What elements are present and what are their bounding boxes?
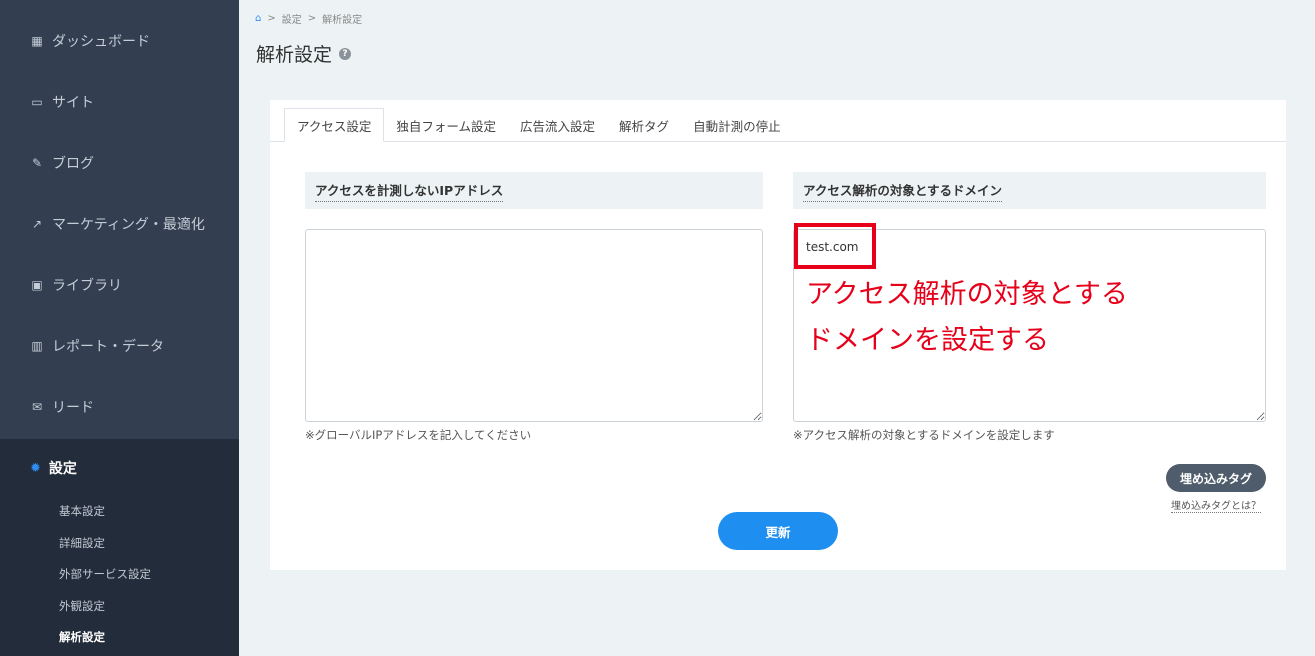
bar-chart-icon: ▥ [31, 338, 43, 353]
sidebar-item-site[interactable]: ▭ サイト [0, 71, 239, 132]
sidebar-item-label: リード [52, 399, 94, 416]
mail-icon: ✉ [31, 399, 43, 414]
embed-tag-button[interactable]: 埋め込みタグ [1166, 464, 1266, 492]
sub-item-detail[interactable]: 詳細設定 [59, 535, 105, 551]
site-icon: ▭ [31, 94, 43, 109]
settings-section: ✹ 設定 基本設定 詳細設定 外部サービス設定 外観設定 解析設定 [0, 439, 239, 656]
ip-exclude-heading-text: アクセスを計測しないIPアドレス [315, 180, 504, 202]
trend-icon: ↗ [31, 216, 43, 231]
ip-exclude-textarea[interactable] [305, 229, 763, 422]
ip-exclude-note: ※グローバルIPアドレスを記入してください [305, 428, 532, 442]
sidebar-item-library[interactable]: ▣ ライブラリ [0, 254, 239, 315]
embed-tag-help-link[interactable]: 埋め込みタグとは？ [1171, 497, 1261, 513]
sidebar-item-label: サイト [52, 94, 94, 111]
sidebar-item-report[interactable]: ▥ レポート・データ [0, 315, 239, 376]
home-icon[interactable]: ⌂ [255, 13, 261, 24]
breadcrumb: ⌂ > 設定 > 解析設定 [255, 11, 362, 26]
sidebar-item-label: ダッシュボード [52, 33, 150, 50]
tab-auto-measure-stop[interactable]: 自動計測の停止 [681, 108, 793, 142]
annotation-line-1: アクセス解析の対象とする [806, 279, 1128, 310]
tab-bar: アクセス設定 独自フォーム設定 広告流入設定 解析タグ 自動計測の停止 [284, 108, 793, 142]
sub-item-analytics[interactable]: 解析設定 [59, 629, 105, 645]
sub-item-external[interactable]: 外部サービス設定 [59, 566, 151, 582]
sidebar-item-label: 設定 [48, 461, 77, 477]
sidebar-item-label: マーケティング・最適化 [52, 216, 205, 233]
sidebar-item-dashboard[interactable]: ▦ ダッシュボード [0, 10, 239, 71]
page-title: 解析設定 ? [256, 40, 352, 67]
annotation-highlight-box [794, 223, 876, 269]
sidebar-item-settings[interactable]: ✹ 設定 [0, 439, 239, 497]
domain-note: ※アクセス解析の対象とするドメインを設定します [793, 428, 1055, 442]
domain-heading: アクセス解析の対象とするドメイン [793, 172, 1266, 209]
image-icon: ▣ [31, 277, 43, 292]
sidebar-item-lead[interactable]: ✉ リード [0, 376, 239, 437]
sub-item-basic[interactable]: 基本設定 [59, 503, 105, 519]
breadcrumb-separator: > [307, 13, 317, 24]
dashboard-icon: ▦ [31, 33, 43, 48]
page-title-text: 解析設定 [256, 44, 333, 66]
annotation-line-2: ドメインを設定する [806, 325, 1049, 356]
sidebar: ▦ ダッシュボード ▭ サイト ✎ ブログ ↗ マーケティング・最適化 ▣ ライ… [0, 0, 239, 656]
sub-item-appearance[interactable]: 外観設定 [59, 598, 105, 614]
breadcrumb-item-current: 解析設定 [322, 15, 363, 26]
ip-exclude-heading: アクセスを計測しないIPアドレス [305, 172, 763, 209]
tab-access[interactable]: アクセス設定 [284, 108, 385, 142]
sidebar-item-marketing[interactable]: ↗ マーケティング・最適化 [0, 193, 239, 254]
sidebar-item-label: レポート・データ [52, 338, 164, 355]
sidebar-item-blog[interactable]: ✎ ブログ [0, 132, 239, 193]
annotation-text: アクセス解析の対象とする ドメインを設定する [806, 272, 1128, 364]
gear-icon: ✹ [30, 460, 41, 476]
sidebar-item-label: ブログ [52, 155, 94, 172]
breadcrumb-separator: > [267, 13, 276, 24]
domain-heading-text: アクセス解析の対象とするドメイン [803, 180, 1003, 202]
settings-card: アクセス設定 独自フォーム設定 広告流入設定 解析タグ 自動計測の停止 アクセス… [270, 100, 1286, 570]
help-icon[interactable]: ? [339, 47, 352, 60]
sidebar-item-label: ライブラリ [52, 277, 122, 294]
tab-ad-inflow[interactable]: 広告流入設定 [508, 108, 607, 142]
tab-custom-form[interactable]: 独自フォーム設定 [384, 108, 508, 142]
update-button[interactable]: 更新 [718, 512, 838, 550]
breadcrumb-item-settings[interactable]: 設定 [282, 11, 302, 26]
tab-analytics-tag[interactable]: 解析タグ [607, 108, 681, 142]
pencil-icon: ✎ [31, 155, 43, 170]
